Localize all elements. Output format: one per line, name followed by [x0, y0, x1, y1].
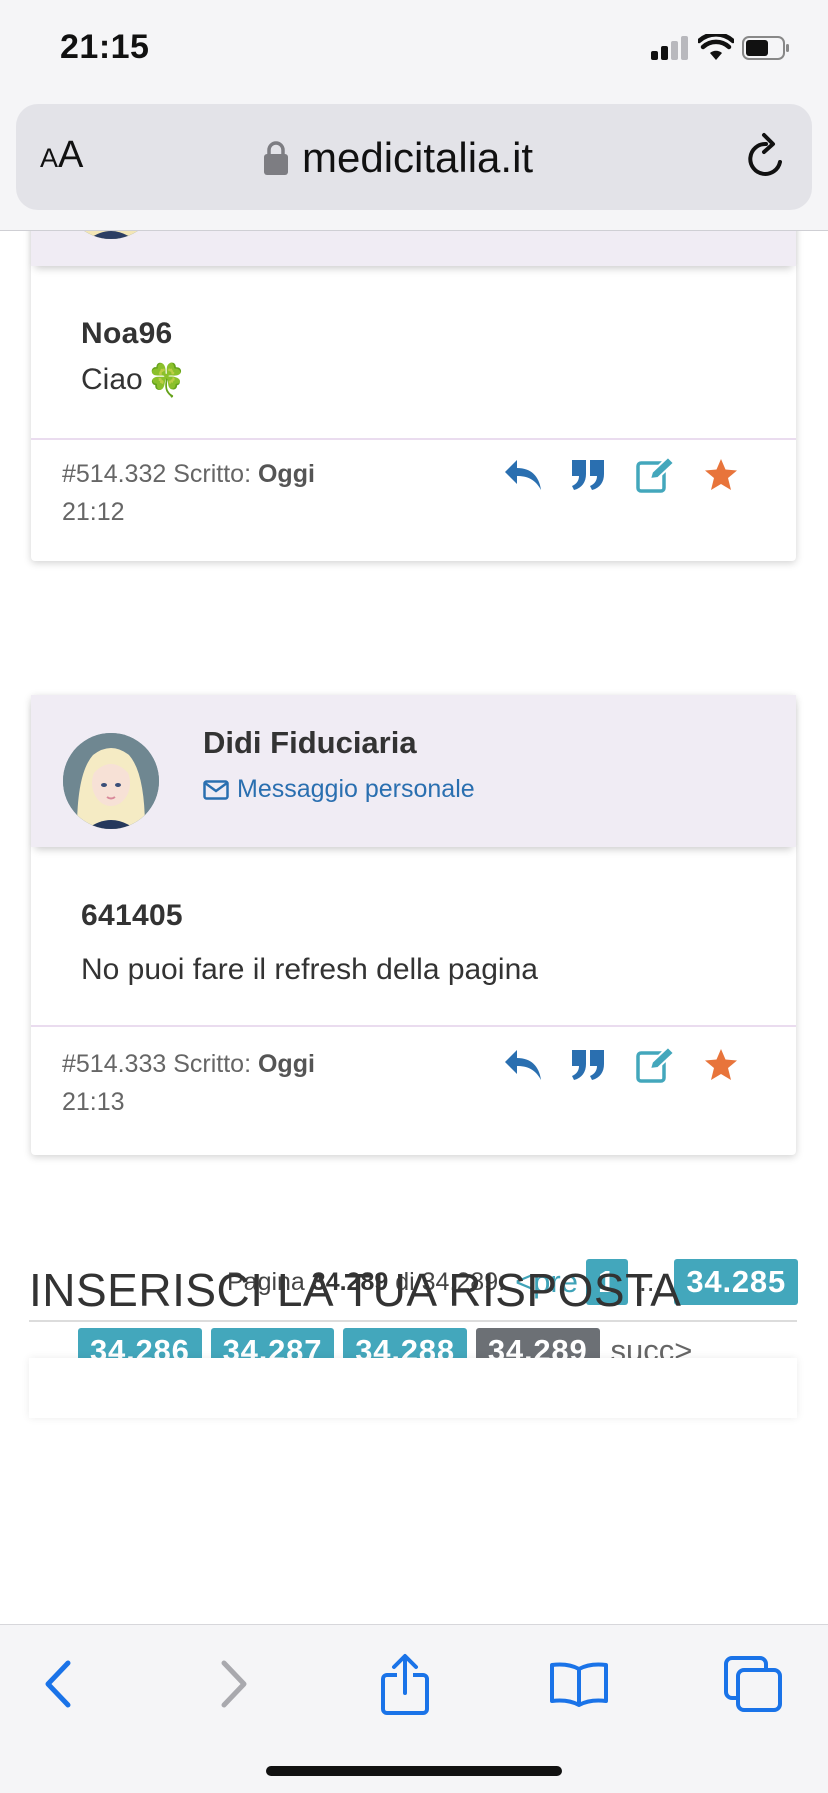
post-number: #514.332: [62, 460, 167, 488]
post-card: Didi Fiduciaria Messaggio personale 6414…: [31, 695, 796, 1155]
post-actions: [501, 453, 765, 497]
address-bar[interactable]: AA medicitalia.it: [16, 104, 812, 210]
post-title: Noa96: [81, 317, 173, 350]
home-indicator[interactable]: [266, 1766, 562, 1776]
divider: [31, 1025, 796, 1027]
star-icon[interactable]: [699, 453, 743, 497]
post-header: [31, 231, 796, 266]
divider: [29, 1320, 797, 1322]
post-day: Oggi: [257, 1050, 315, 1078]
post-number: #514.333: [62, 1050, 167, 1078]
star-icon[interactable]: [699, 1043, 743, 1087]
post-header: Didi Fiduciaria Messaggio personale: [31, 695, 796, 847]
avatar[interactable]: [63, 733, 159, 829]
lock-icon: [264, 141, 288, 175]
cellular-signal-icon: [651, 36, 691, 60]
post-time: 21:12: [62, 498, 125, 526]
post-actions: [501, 1043, 765, 1087]
quote-icon[interactable]: [567, 1043, 611, 1087]
browser-address-area: AA medicitalia.it: [0, 100, 828, 230]
envelope-icon: [203, 779, 229, 800]
quote-icon[interactable]: [567, 453, 611, 497]
url-display[interactable]: medicitalia.it: [264, 128, 533, 188]
post-body: No puoi fare il refresh della pagina: [81, 953, 538, 986]
private-message-link[interactable]: Messaggio personale: [203, 775, 475, 804]
back-icon[interactable]: [22, 1649, 92, 1719]
written-label: Scritto:: [173, 460, 252, 488]
text-size-button[interactable]: AA: [40, 134, 83, 184]
post-card: Noa96 Ciao 🍀 #514.332 Scritto: Oggi 21:1…: [31, 231, 796, 561]
author-name[interactable]: Didi Fiduciaria: [203, 725, 417, 761]
share-icon[interactable]: [370, 1649, 440, 1719]
post-meta: #514.333 Scritto: Oggi 21:13: [62, 1045, 362, 1121]
bookmarks-icon[interactable]: [544, 1649, 614, 1719]
post-time: 21:13: [62, 1088, 125, 1116]
status-time: 21:15: [60, 28, 150, 66]
wifi-icon: [698, 34, 734, 60]
edit-icon[interactable]: [633, 1043, 677, 1087]
reply-section-title: INSERISCI LA TUA RISPOSTA: [29, 1264, 682, 1316]
written-label: Scritto:: [173, 1050, 252, 1078]
edit-icon[interactable]: [633, 453, 677, 497]
status-bar: 21:15: [0, 0, 828, 100]
reply-icon[interactable]: [501, 1043, 545, 1087]
url-text: medicitalia.it: [302, 134, 534, 181]
reply-icon[interactable]: [501, 453, 545, 497]
post-title: 641405: [81, 899, 183, 932]
page-button[interactable]: 34.285: [674, 1259, 798, 1305]
forward-icon[interactable]: [200, 1649, 270, 1719]
divider: [31, 438, 796, 440]
avatar: [63, 231, 159, 239]
clover-emoji: 🍀: [146, 362, 187, 398]
battery-icon: [742, 36, 789, 60]
reply-editor[interactable]: [29, 1358, 797, 1418]
post-meta: #514.332 Scritto: Oggi 21:12: [62, 455, 362, 531]
reload-icon[interactable]: [742, 132, 790, 184]
post-body: Ciao 🍀: [81, 362, 187, 398]
tabs-icon[interactable]: [718, 1649, 788, 1719]
page-content: Noa96 Ciao 🍀 #514.332 Scritto: Oggi 21:1…: [0, 231, 828, 1624]
post-day: Oggi: [257, 460, 315, 488]
